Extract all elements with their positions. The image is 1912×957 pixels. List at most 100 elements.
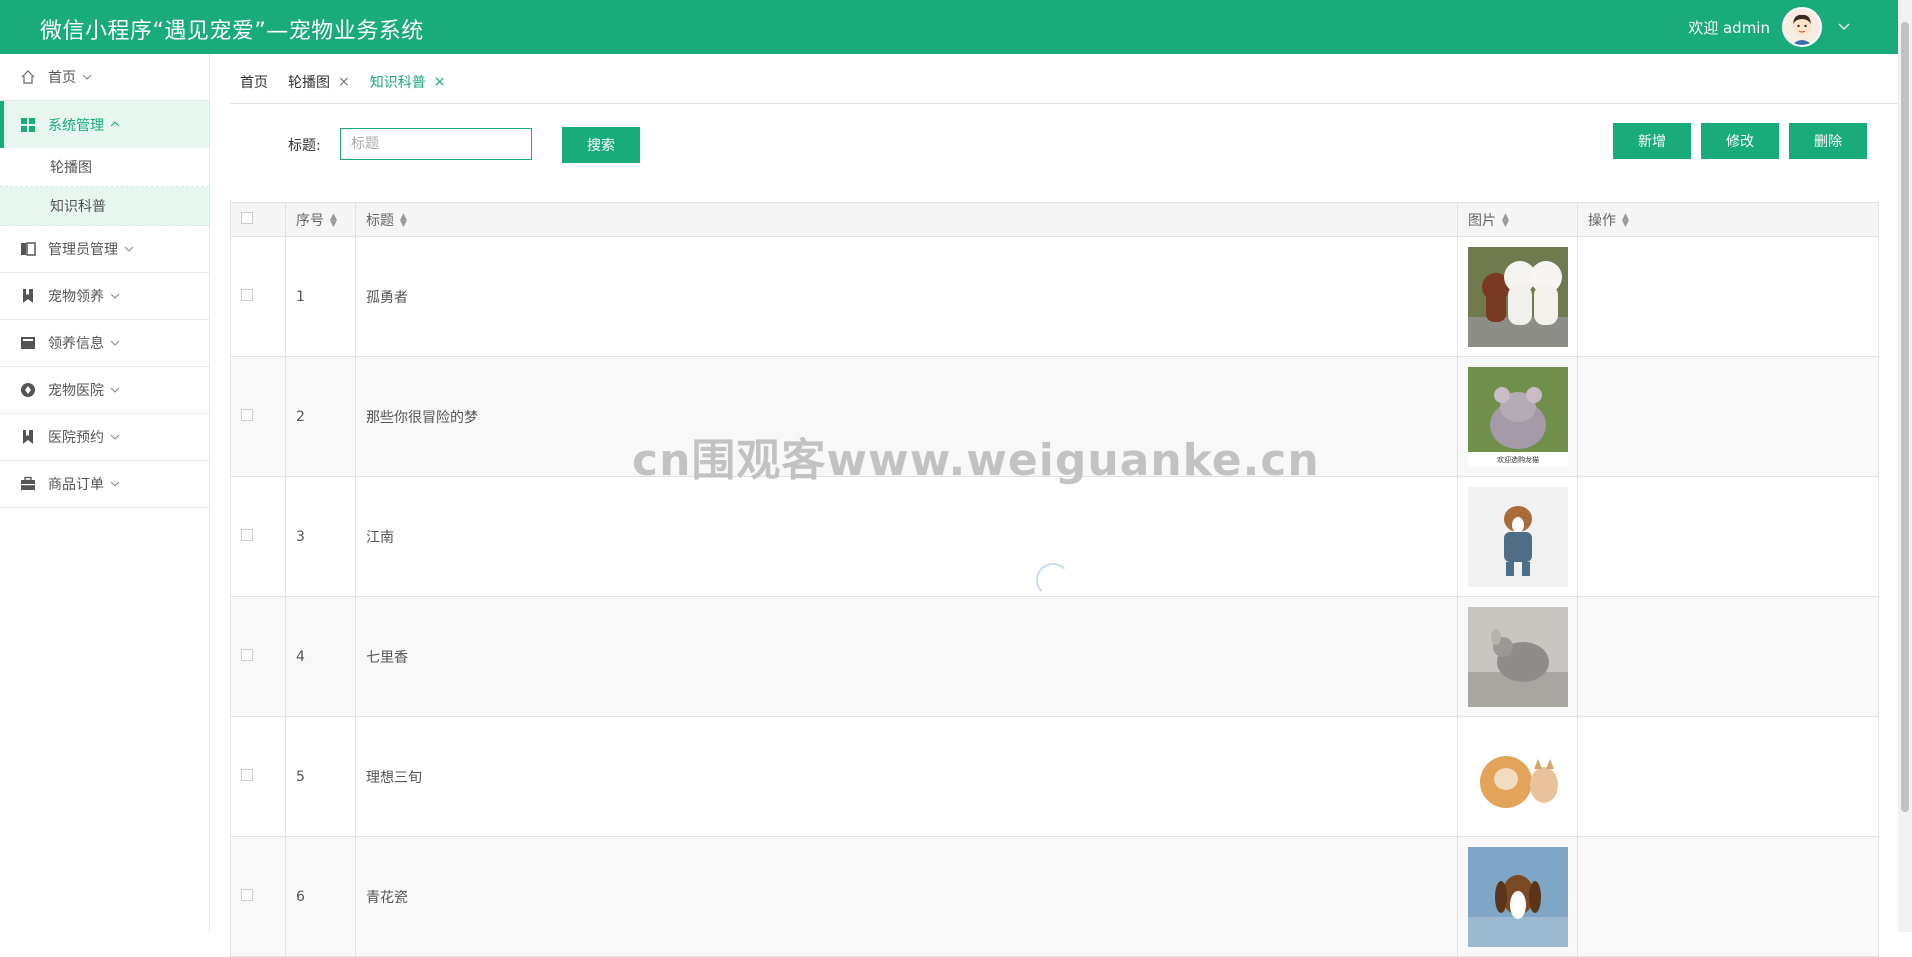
sidebar-item-system[interactable]: 系统管理	[0, 101, 209, 148]
scrollbar-thumb[interactable]	[1901, 22, 1909, 812]
chevron-down-icon	[110, 385, 120, 396]
chevron-down-icon	[110, 291, 120, 302]
add-button[interactable]: 新增	[1613, 123, 1691, 159]
row-checkbox[interactable]	[241, 768, 253, 781]
sidebar-item-adoption[interactable]: 宠物领养	[0, 273, 209, 320]
sidebar-item-label: 宠物医院	[48, 383, 104, 399]
row-index: 4	[285, 596, 356, 717]
briefcase-icon	[18, 474, 38, 494]
row-title: 理想三旬	[355, 716, 1458, 837]
sidebar-item-label: 宠物领养	[48, 289, 104, 305]
circle-icon	[18, 380, 38, 400]
page-scrollbar[interactable]	[1898, 0, 1912, 932]
row-title: 孤勇者	[355, 236, 1458, 357]
sort-icon[interactable]: ▲ ▼	[1622, 212, 1629, 228]
sidebar-subitem-carousel[interactable]: 轮播图	[0, 148, 209, 187]
chevron-down-icon	[110, 432, 120, 443]
row-actions	[1577, 476, 1879, 597]
row-title: 七里香	[355, 596, 1458, 717]
top-header: 微信小程序“遇见宠爱”—宠物业务系统 欢迎 admin	[0, 0, 1912, 54]
tab-carousel[interactable]: 轮播图 ×	[278, 72, 360, 92]
tab-label: 轮播图	[288, 75, 330, 91]
select-all-cell[interactable]	[230, 202, 286, 237]
edit-button[interactable]: 修改	[1701, 123, 1779, 159]
table-row[interactable]: 5 理想三旬	[230, 716, 1879, 837]
two-poodles-photo	[1468, 246, 1568, 347]
tab-divider	[230, 103, 1898, 104]
card-icon	[18, 333, 38, 353]
tab-bar: 首页 轮播图 × 知识科普 ×	[230, 62, 455, 102]
home-icon	[18, 67, 38, 87]
row-actions	[1577, 836, 1879, 957]
sidebar-subitem-knowledge[interactable]: 知识科普	[0, 187, 209, 226]
search-button[interactable]: 搜索	[562, 127, 640, 163]
tab-label: 知识科普	[369, 75, 426, 91]
sidebar-item-label: 领养信息	[48, 336, 104, 352]
sidebar-item-home[interactable]: 首页	[0, 54, 209, 101]
column-header[interactable]: 图片 ▲ ▼	[1457, 202, 1578, 237]
tab-knowledge[interactable]: 知识科普 ×	[360, 72, 456, 92]
row-index: 5	[285, 716, 356, 837]
row-actions	[1577, 716, 1879, 837]
close-icon[interactable]: ×	[434, 74, 446, 90]
row-index: 6	[285, 836, 356, 957]
columns-icon	[18, 239, 38, 259]
chinchilla-grey-photo	[1468, 606, 1568, 707]
row-checkbox[interactable]	[241, 648, 253, 661]
sort-icon[interactable]: ▲ ▼	[400, 212, 407, 228]
table-row[interactable]: 4 七里香	[230, 596, 1879, 717]
select-all-checkbox[interactable]	[241, 211, 253, 224]
row-actions	[1577, 236, 1879, 357]
welcome-text: 欢迎 admin	[1688, 18, 1770, 37]
chevron-down-icon	[124, 244, 134, 255]
chevron-down-icon	[82, 72, 92, 83]
photo-caption: 欢迎选购龙猫	[1497, 455, 1539, 464]
sort-icon[interactable]: ▲ ▼	[330, 212, 337, 228]
sidebar-item-label: 管理员管理	[48, 242, 118, 258]
sidebar-item-admin[interactable]: 管理员管理	[0, 226, 209, 273]
sidebar-item-orders[interactable]: 商品订单	[0, 461, 209, 508]
table-row[interactable]: 1 孤勇者	[230, 236, 1879, 357]
close-icon[interactable]: ×	[338, 74, 350, 90]
bookmark-icon	[18, 286, 38, 306]
column-header[interactable]: 序号 ▲ ▼	[285, 202, 356, 237]
row-title: 青花瓷	[355, 836, 1458, 957]
chevron-down-icon[interactable]	[1838, 20, 1850, 34]
table-header-row: 序号 ▲ ▼ 标题 ▲ ▼ 图片 ▲ ▼ 操作 ▲ ▼	[230, 202, 1879, 237]
tab-home[interactable]: 首页	[230, 72, 278, 92]
watermark-text: cn围观客www.weiguanke.cn	[632, 435, 1320, 486]
chevron-down-icon	[110, 338, 120, 349]
chinchilla-photo: 欢迎选购龙猫	[1468, 366, 1568, 467]
table-row[interactable]: 6 青花瓷	[230, 836, 1879, 957]
row-index: 2	[285, 356, 356, 477]
grid-icon	[18, 115, 38, 135]
sort-icon[interactable]: ▲ ▼	[1502, 212, 1509, 228]
beagle-in-shirt-photo	[1468, 486, 1568, 587]
avatar[interactable]	[1782, 7, 1822, 47]
bookmark-icon	[18, 427, 38, 447]
app-title: 微信小程序“遇见宠爱”—宠物业务系统	[40, 19, 424, 44]
chevron-down-icon	[110, 479, 120, 490]
column-header[interactable]: 标题 ▲ ▼	[355, 202, 1458, 237]
row-checkbox[interactable]	[241, 528, 253, 541]
row-index: 1	[285, 236, 356, 357]
search-label: 标题:	[288, 138, 321, 154]
row-title: 江南	[355, 476, 1458, 597]
delete-button[interactable]: 删除	[1789, 123, 1867, 159]
sidebar-item-label: 医院预约	[48, 430, 104, 446]
tab-label: 首页	[240, 75, 268, 91]
row-checkbox[interactable]	[241, 288, 253, 301]
row-checkbox[interactable]	[241, 408, 253, 421]
column-header[interactable]: 操作 ▲ ▼	[1577, 202, 1879, 237]
loading-spinner-icon	[1036, 563, 1070, 597]
row-actions	[1577, 356, 1879, 477]
sidebar-item-label: 系统管理	[48, 117, 104, 134]
sidebar-item-hospital[interactable]: 宠物医院	[0, 367, 209, 414]
user-menu[interactable]: 欢迎 admin	[1688, 0, 1850, 54]
row-index: 3	[285, 476, 356, 597]
sidebar-item-adoption-info[interactable]: 领养信息	[0, 320, 209, 367]
chevron-up-icon	[110, 119, 120, 130]
row-checkbox[interactable]	[241, 888, 253, 901]
search-input[interactable]	[340, 128, 532, 160]
sidebar-item-appointment[interactable]: 医院预约	[0, 414, 209, 461]
